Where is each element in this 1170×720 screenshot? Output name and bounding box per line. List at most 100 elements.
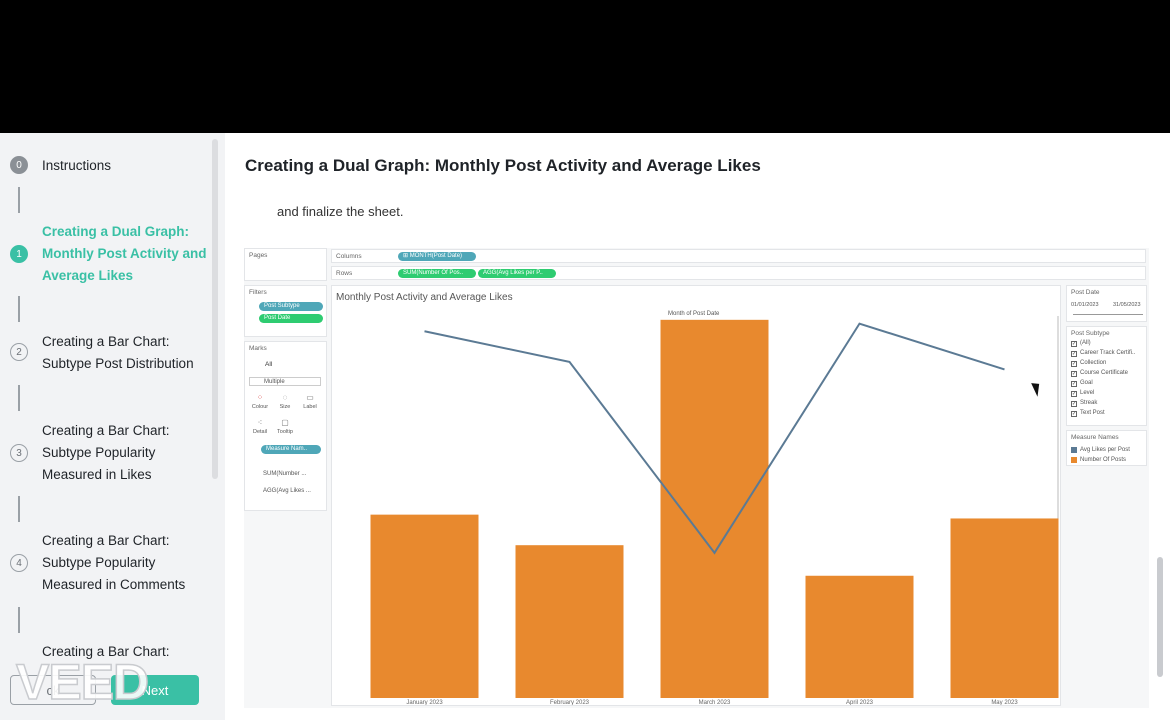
step-connector <box>18 607 20 633</box>
step-label: Creating a Bar Chart: Subtype Post Distr… <box>42 334 194 371</box>
post-subtype-label: Post Subtype <box>1071 330 1110 337</box>
sheet-title: Monthly Post Activity and Average Likes <box>336 292 513 303</box>
dual-axis-chart: January 2023 February 2023 March 2023 April… <box>370 316 1059 705</box>
bar-3 <box>660 319 769 698</box>
subtype-label: Career Track Certifi.. <box>1080 350 1136 356</box>
pages-shelf[interactable]: Pages <box>244 248 327 281</box>
step-label: Creating a Bar Chart: Subtype Popularity… <box>42 533 186 592</box>
step-number-badge: 2 <box>10 343 28 361</box>
subtype-checkbox[interactable]: ✓ <box>1071 381 1077 387</box>
step-label: Instructions <box>42 158 112 173</box>
step-label: Creating a Dual Graph: Monthly Post Acti… <box>42 224 207 283</box>
subtype-label: Level <box>1080 390 1095 396</box>
legend-label-posts: Number Of Posts <box>1080 457 1127 463</box>
step-number-badge: 0 <box>10 156 28 174</box>
date-to: 31/05/2023 <box>1113 302 1141 308</box>
step-number-badge: 3 <box>10 444 28 462</box>
legend-swatch-likes <box>1071 447 1077 453</box>
page-title: Creating a Dual Graph: Monthly Post Acti… <box>245 156 761 175</box>
x-tick-label: February 2023 <box>550 700 590 705</box>
tooltip-icon: ▢ <box>281 418 289 427</box>
subtype-label: (All) <box>1080 340 1091 346</box>
mark-type-dropdown[interactable]: Multiple <box>249 377 321 386</box>
veed-watermark: VEED <box>15 653 150 711</box>
filters-shelf[interactable]: Filters Post Subtype Post Date <box>244 285 327 337</box>
legend-label-likes: Avg Likes per Post <box>1080 447 1130 453</box>
x-tick-label: April 2023 <box>846 700 874 705</box>
subtype-label: Streak <box>1080 400 1098 406</box>
filters-label: Filters <box>249 289 267 296</box>
mark-button-label: Label <box>303 404 317 410</box>
subtype-label: Collection <box>1080 360 1107 366</box>
marks-row-agg[interactable]: AGG(Avg Likes ... <box>263 488 311 494</box>
pages-label: Pages <box>249 252 268 259</box>
step-connector <box>18 496 20 522</box>
marks-card[interactable]: Marks All Multiple ⁘ Colour ◌ Size ▭ Label … <box>244 341 327 511</box>
rows-pill-likes[interactable]: AGG(Avg Likes per P.. <box>478 269 556 278</box>
marks-label-button[interactable]: ▭ Label <box>299 392 321 414</box>
lesson-content: Creating a Dual Graph: Monthly Post Acti… <box>225 133 1170 720</box>
marks-all-tab[interactable]: All <box>265 361 272 368</box>
filter-pill-subtype[interactable]: Post Subtype <box>259 302 323 311</box>
marks-detail-button[interactable]: ⁖ Detail <box>249 417 271 439</box>
marks-tooltip-button[interactable]: ▢ Tooltip <box>274 417 296 439</box>
x-tick-label: May 2023 <box>991 700 1018 705</box>
mark-type-value: Multiple <box>264 379 285 385</box>
subtype-checkbox[interactable]: ✓ <box>1071 351 1077 357</box>
x-tick-label: March 2023 <box>699 700 731 705</box>
subtype-checkbox[interactable]: ✓ <box>1071 411 1077 417</box>
mark-button-label: Tooltip <box>277 429 293 435</box>
subtype-label: Text Post <box>1080 410 1105 416</box>
detail-icon: ⁖ <box>257 418 263 427</box>
subtype-checkbox[interactable]: ✓ <box>1071 341 1077 347</box>
size-icon: ◌ <box>282 393 288 402</box>
filter-pill-date[interactable]: Post Date <box>259 314 323 323</box>
legend-swatch-posts <box>1071 457 1077 463</box>
bar-5 <box>950 518 1059 698</box>
mark-button-label: Size <box>279 404 291 410</box>
measure-names-legend[interactable]: Measure Names Avg Likes per Post Number … <box>1066 430 1147 466</box>
top-black-bar <box>0 0 1170 133</box>
marks-pill-measure-names[interactable]: Measure Nam.. <box>261 445 321 454</box>
columns-pill-month[interactable]: ⊞ MONTH(Post Date) <box>398 252 476 261</box>
colour-icon: ⁘ <box>256 393 264 402</box>
step-connector <box>18 385 20 411</box>
step-number-badge: 1 <box>10 245 28 263</box>
rows-label: Rows <box>336 270 353 277</box>
instruction-text: and finalize the sheet. <box>277 204 404 219</box>
subtype-checkbox[interactable]: ✓ <box>1071 371 1077 377</box>
rows-pill-posts[interactable]: SUM(Number Of Pos.. <box>398 269 476 278</box>
worksheet-view[interactable]: Monthly Post Activity and Average Likes … <box>331 285 1061 706</box>
marks-label: Marks <box>249 345 267 352</box>
columns-shelf[interactable]: Columns ⊞ MONTH(Post Date) <box>331 249 1146 263</box>
marks-row-sum[interactable]: SUM(Number ... <box>263 471 306 477</box>
x-tick-label: January 2023 <box>406 700 443 705</box>
bar-2 <box>515 545 624 698</box>
subtype-label: Goal <box>1080 380 1093 386</box>
mark-button-label: Colour <box>251 404 269 410</box>
subtype-checkbox[interactable]: ✓ <box>1071 391 1077 397</box>
mark-button-label: Detail <box>252 429 268 435</box>
date-range-slider[interactable] <box>1073 314 1143 315</box>
post-date-filter-card[interactable]: Post Date 01/01/2023 31/05/2023 <box>1066 285 1147 322</box>
columns-label: Columns <box>336 253 362 260</box>
step-connector <box>18 187 20 213</box>
subtype-checkbox[interactable]: ✓ <box>1071 361 1077 367</box>
marks-colour-button[interactable]: ⁘ Colour <box>249 392 271 414</box>
step-connector <box>18 296 20 322</box>
page-scrollbar[interactable] <box>1157 557 1163 677</box>
marks-size-button[interactable]: ◌ Size <box>274 392 296 414</box>
post-subtype-filter-card[interactable]: Post Subtype ✓ (All) ✓ Career Track Certifi… <box>1066 326 1147 426</box>
step-label: Creating a Bar Chart: Subtype Popularity… <box>42 423 170 482</box>
rows-shelf[interactable]: Rows SUM(Number Of Pos.. AGG(Avg Likes p… <box>331 266 1146 280</box>
subtype-label: Course Certificate <box>1080 370 1129 376</box>
label-icon: ▭ <box>306 393 314 402</box>
measure-names-label: Measure Names <box>1071 434 1119 441</box>
subtype-checkbox[interactable]: ✓ <box>1071 401 1077 407</box>
bar-1 <box>370 514 479 698</box>
date-from: 01/01/2023 <box>1071 302 1099 308</box>
step-number-badge: 4 <box>10 554 28 572</box>
sidebar-scrollbar[interactable] <box>212 139 218 479</box>
post-date-label: Post Date <box>1071 289 1100 296</box>
lesson-sidebar: 0 Instructions 1 Creating a Dual Graph: … <box>0 133 225 720</box>
